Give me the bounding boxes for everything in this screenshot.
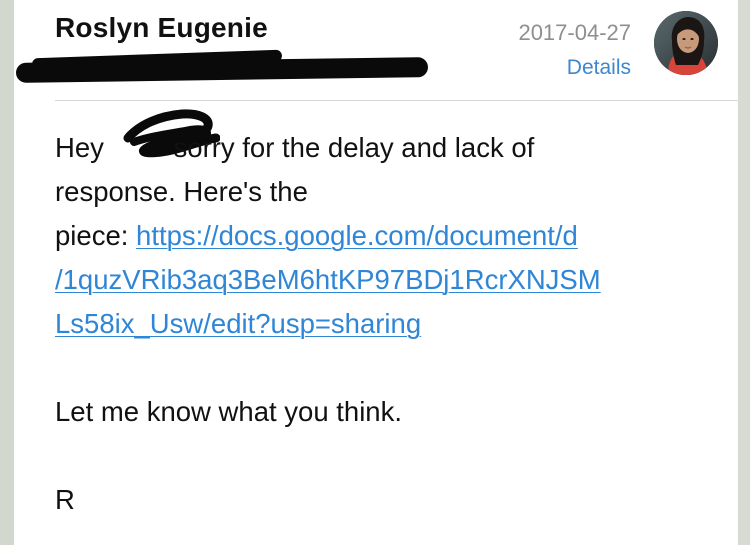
piece-label: piece: [55,220,137,251]
left-background-edge [0,0,14,545]
sender-name: Roslyn Eugenie [55,12,268,43]
message-body: Hey sorry for the delay and lack of resp… [55,126,705,522]
signature: R [55,484,75,515]
body-line-5: Ls58ix_Usw/edit?usp=sharing [55,302,705,346]
avatar-photo-icon [654,11,718,75]
body-line-3: piece: https://docs.google.com/document/… [55,214,705,258]
body-line-4: /1quzVRib3aq3BeM6htKP97BDj1RcrXNJSM [55,258,705,302]
header-divider [55,100,738,101]
details-link[interactable]: Details [567,56,631,80]
closing-line: Let me know what you think. [55,396,402,427]
right-background-edge [738,0,750,545]
document-link-part-2[interactable]: /1quzVRib3aq3BeM6htKP97BDj1RcrXNJSM [55,264,601,295]
body-line-2: response. Here's the [55,176,308,207]
sender-avatar[interactable] [654,11,718,75]
greeting: Hey [55,132,104,163]
body-line-1: Hey sorry for the delay and lack of [55,126,705,170]
document-link-part-1[interactable]: https://docs.google.com/document/d [136,220,578,251]
document-link-part-3[interactable]: Ls58ix_Usw/edit?usp=sharing [55,308,421,339]
message-card: Roslyn Eugenie 2017-04-27 Details Hey so… [14,0,738,545]
mail-screenshot: Roslyn Eugenie 2017-04-27 Details Hey so… [0,0,750,545]
message-date: 2017-04-27 [518,20,631,45]
apology-text: sorry for the delay and lack of [173,132,535,163]
